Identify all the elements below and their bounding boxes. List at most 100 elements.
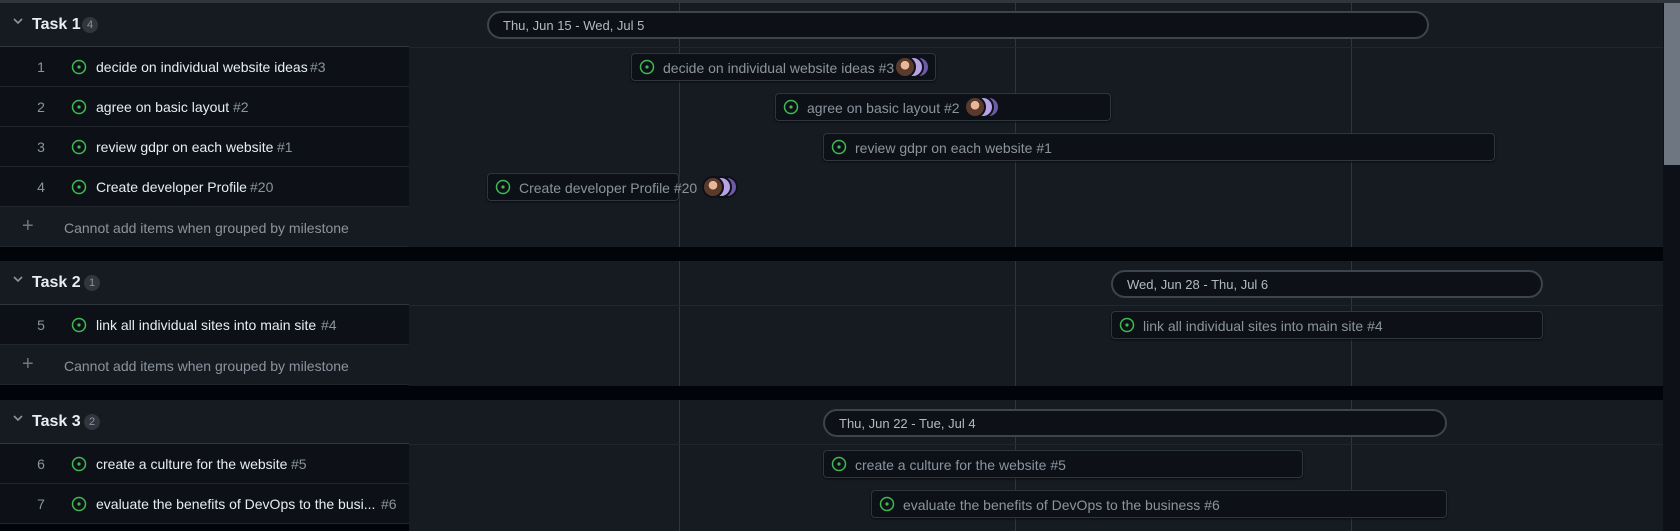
item-ref: #20 (250, 179, 274, 195)
timeline-group-area (409, 3, 1663, 247)
group-count-badge: 2 (84, 414, 100, 430)
group-count-badge: 1 (84, 275, 100, 291)
row-number: 4 (37, 179, 45, 195)
row-number: 2 (37, 99, 45, 115)
timeline-gridline (1015, 3, 1016, 247)
add-item-placeholder: Cannot add items when grouped by milesto… (64, 220, 349, 236)
item-title-link[interactable]: create a culture for the website (96, 456, 287, 472)
avatar (894, 56, 916, 78)
item-title-link[interactable]: link all individual sites into main site (96, 317, 316, 333)
group-header-task-2[interactable]: Task 2 1 (0, 261, 409, 305)
table-row[interactable]: 5 link all individual sites into main si… (0, 305, 409, 345)
item-ref: #5 (291, 456, 307, 472)
avatar (964, 96, 986, 118)
table-row[interactable]: 2 agree on basic layout #2 (0, 87, 409, 127)
table-row[interactable]: 1 decide on individual website ideas #3 (0, 47, 409, 87)
timeline-gridline (1015, 261, 1016, 386)
chevron-down-icon[interactable] (12, 412, 24, 424)
issue-open-icon (879, 496, 895, 512)
plus-icon[interactable]: + (22, 215, 34, 238)
issue-open-icon (71, 317, 87, 333)
plus-icon[interactable]: + (22, 353, 34, 376)
row-number: 3 (37, 139, 45, 155)
item-title-link[interactable]: evaluate the benefits of DevOps to the b… (96, 496, 375, 512)
timeline-bar-label: evaluate the benefits of DevOps to the b… (903, 497, 1220, 513)
timeline-bar-label: Create developer Profile #20 (519, 180, 698, 196)
assignee-avatars[interactable] (894, 56, 930, 78)
item-table: Task 1 4 1 decide on individual website … (0, 3, 409, 531)
add-item-placeholder: Cannot add items when grouped by milesto… (64, 358, 349, 374)
timeline-gridline (679, 400, 680, 531)
timeline-bar-label: link all individual sites into main site… (1143, 318, 1383, 334)
assignee-avatars[interactable] (702, 176, 738, 198)
issue-open-icon (831, 456, 847, 472)
issue-open-icon (71, 456, 87, 472)
assignee-avatars[interactable] (964, 96, 1000, 118)
milestone-range-pill[interactable]: Thu, Jun 15 - Wed, Jul 5 (487, 11, 1429, 39)
item-ref: #1 (277, 139, 293, 155)
table-row[interactable]: 6 create a culture for the website #5 (0, 444, 409, 484)
group-header-task-1[interactable]: Task 1 4 (0, 3, 409, 47)
avatar (702, 176, 724, 198)
issue-open-icon (71, 139, 87, 155)
milestone-range-label: Wed, Jun 28 - Thu, Jul 6 (1127, 277, 1269, 292)
item-title-link[interactable]: Create developer Profile (96, 179, 247, 195)
timeline-bar-label: decide on individual website ideas #3 (663, 60, 895, 76)
timeline-bar[interactable]: create a culture for the website #5 (823, 450, 1303, 478)
add-item-row[interactable]: + Cannot add items when grouped by miles… (0, 207, 409, 247)
timeline-bar-label: agree on basic layout #2 (807, 100, 960, 116)
issue-open-icon (783, 99, 799, 115)
table-row[interactable]: 3 review gdpr on each website #1 (0, 127, 409, 167)
timeline-bar[interactable]: link all individual sites into main site… (1111, 311, 1543, 339)
row-number: 1 (37, 59, 45, 75)
issue-open-icon (71, 59, 87, 75)
group-title: Task 3 (32, 413, 81, 430)
issue-open-icon (831, 139, 847, 155)
milestone-range-label: Thu, Jun 15 - Wed, Jul 5 (503, 18, 645, 33)
issue-open-icon (495, 179, 511, 195)
timeline-row-divider (409, 305, 1663, 306)
timeline-gridline (1351, 3, 1352, 247)
group-title: Task 1 (32, 16, 81, 33)
issue-open-icon (1119, 317, 1135, 333)
chevron-down-icon[interactable] (12, 273, 24, 285)
roadmap-view: Task 1 4 1 decide on individual website … (0, 0, 1680, 531)
row-number: 6 (37, 456, 45, 472)
timeline-bar[interactable]: decide on individual website ideas #3 (631, 53, 936, 81)
timeline-bar[interactable]: evaluate the benefits of DevOps to the b… (871, 490, 1447, 518)
milestone-range-label: Thu, Jun 22 - Tue, Jul 4 (839, 416, 976, 431)
timeline-gridline (679, 261, 680, 386)
item-ref: #6 (381, 496, 397, 512)
row-number: 7 (37, 496, 45, 512)
item-title-link[interactable]: decide on individual website ideas (96, 59, 308, 75)
timeline-bar[interactable]: review gdpr on each website #1 (823, 133, 1495, 161)
issue-open-icon (71, 496, 87, 512)
timeline-row-divider (409, 47, 1663, 48)
group-title: Task 2 (32, 274, 81, 291)
table-row[interactable]: 7 evaluate the benefits of DevOps to the… (0, 484, 409, 524)
group-count-badge: 4 (82, 17, 98, 33)
timeline-bar-label: review gdpr on each website #1 (855, 140, 1052, 156)
item-ref: #4 (321, 317, 337, 333)
milestone-range-pill[interactable]: Wed, Jun 28 - Thu, Jul 6 (1111, 270, 1543, 298)
timeline-bar[interactable]: agree on basic layout #2 (775, 93, 1111, 121)
row-number: 5 (37, 317, 45, 333)
item-ref: #3 (310, 59, 326, 75)
issue-open-icon (71, 99, 87, 115)
item-ref: #2 (233, 99, 249, 115)
issue-open-icon (639, 59, 655, 75)
issue-open-icon (71, 179, 87, 195)
timeline-bar[interactable]: Create developer Profile #20 (487, 173, 738, 201)
scrollbar-thumb[interactable] (1664, 3, 1680, 165)
timeline-bar-label: create a culture for the website #5 (855, 457, 1066, 473)
milestone-range-pill[interactable]: Thu, Jun 22 - Tue, Jul 4 (823, 409, 1447, 437)
timeline-gridline (679, 3, 680, 247)
item-title-link[interactable]: agree on basic layout (96, 99, 229, 115)
timeline-row-divider (409, 444, 1663, 445)
group-header-task-3[interactable]: Task 3 2 (0, 400, 409, 444)
add-item-row[interactable]: + Cannot add items when grouped by miles… (0, 345, 409, 385)
table-row[interactable]: 4 Create developer Profile #20 (0, 167, 409, 207)
timeline: Thu, Jun 15 - Wed, Jul 5 decide on indiv… (409, 3, 1663, 531)
item-title-link[interactable]: review gdpr on each website (96, 139, 273, 155)
chevron-down-icon[interactable] (12, 15, 24, 27)
